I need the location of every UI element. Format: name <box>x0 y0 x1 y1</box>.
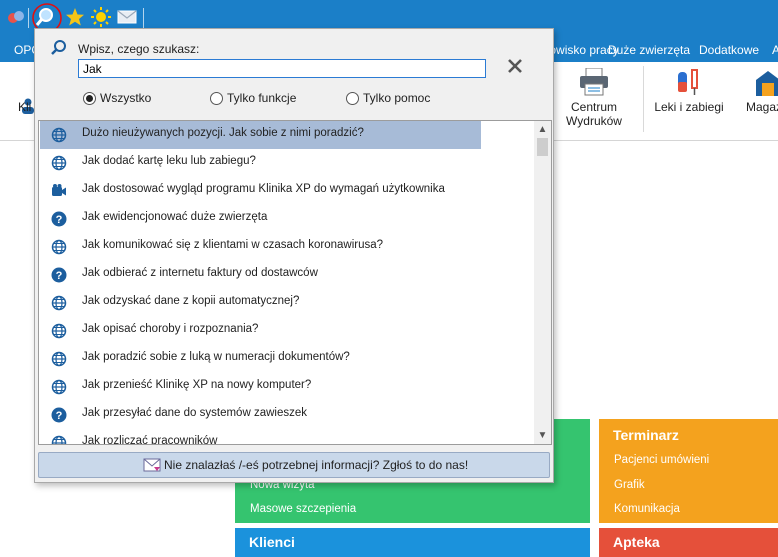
search-result-item[interactable]: ? Jak ewidencjonować duże zwierzęta <box>39 205 532 233</box>
search-result-item[interactable]: Dużo nieużywanych pozycji. Jak sobie z n… <box>39 121 532 149</box>
ribbon-button-leki-i-zabiegi[interactable]: Leki i zabiegi <box>650 62 728 138</box>
tile-link-grafik[interactable]: Grafik <box>614 479 645 491</box>
search-result-item[interactable]: Jak dodać kartę leku lub zabiegu? <box>39 149 532 177</box>
ribbon-label-wydrukow: Wydruków <box>566 114 622 128</box>
filter-label-wszystko: Wszystko <box>100 91 152 105</box>
video-icon <box>52 184 66 196</box>
app-logo-icon[interactable] <box>5 6 27 28</box>
search-results-list: Jak rozliczać pracowników? Jak przesyłać … <box>38 120 552 445</box>
medicine-icon <box>678 69 698 95</box>
radio-dot[interactable] <box>83 92 96 105</box>
ribbon-label-leki: Leki i zabiegi <box>654 100 724 114</box>
svg-text:?: ? <box>56 270 63 282</box>
svg-text:?: ? <box>56 214 63 226</box>
ribbon-label-magaz: Magaz <box>746 100 778 114</box>
tile-link-komunikacja[interactable]: Komunikacja <box>614 503 680 515</box>
tile-terminarz[interactable]: Terminarz Pacjenci umówieni Grafik Komun… <box>599 419 778 523</box>
tile-link-pacjenci-umowieni[interactable]: Pacjenci umówieni <box>614 454 709 466</box>
search-input[interactable] <box>78 59 486 78</box>
sun-icon[interactable] <box>90 6 112 28</box>
tile-klienci[interactable]: Klienci <box>235 528 590 557</box>
globe-icon <box>51 239 67 255</box>
tile-title-klienci: Klienci <box>249 534 295 550</box>
search-result-item[interactable]: Jak odzyskać dane z kopii automatycznej? <box>39 289 532 317</box>
globe-icon <box>51 323 67 339</box>
search-result-item[interactable]: ? Jak odbierać z internetu faktury od dos… <box>39 261 532 289</box>
globe-icon <box>51 435 67 444</box>
search-result-label: Jak przenieść Klinikę XP na nowy kompute… <box>82 379 312 391</box>
warehouse-icon <box>756 71 778 96</box>
tile-title-terminarz: Terminarz <box>613 427 679 443</box>
search-result-label: Jak opisać choroby i rozpoznania? <box>82 323 259 335</box>
search-result-label: Jak rozliczać pracowników <box>82 435 218 445</box>
radio-dot[interactable] <box>210 92 223 105</box>
search-result-item[interactable]: Jak rozliczać pracowników <box>39 429 532 445</box>
filter-label-tylko-funkcje: Tylko funkcje <box>227 91 297 105</box>
search-result-label: Jak odbierać z internetu faktury od dost… <box>82 267 318 279</box>
help-icon: ? <box>51 211 67 227</box>
search-result-item[interactable]: ? Jak przesyłać dane do systemów zawiesze… <box>39 401 532 429</box>
globe-icon <box>51 351 67 367</box>
ribbon-separator <box>643 66 644 132</box>
search-result-item[interactable]: Jak poradzić sobie z luką w numeracji do… <box>39 345 532 373</box>
ribbon-button-magazyn[interactable]: Magaz <box>738 62 778 138</box>
radio-dot[interactable] <box>346 92 359 105</box>
filter-label-tylko-pomoc: Tylko pomoc <box>363 91 431 105</box>
ribbon-button-centrum-wydrukow[interactable]: Centrum Wydruków <box>558 62 630 138</box>
search-result-item[interactable]: Jak przenieść Klinikę XP na nowy kompute… <box>39 373 532 401</box>
search-result-label: Jak dodać kartę leku lub zabiegu? <box>82 155 256 167</box>
separator <box>143 8 144 28</box>
tile-apteka[interactable]: Apteka <box>599 528 778 557</box>
star-icon[interactable] <box>64 6 86 28</box>
globe-icon <box>51 155 67 171</box>
svg-text:?: ? <box>56 410 63 422</box>
search-result-item[interactable]: Jak dostosować wygląd programu Klinika X… <box>39 177 532 205</box>
search-result-label: Jak dostosować wygląd programu Klinika X… <box>82 183 445 195</box>
search-result-label: Jak poradzić sobie z luką w numeracji do… <box>82 351 350 363</box>
search-result-label: Jak przesyłać dane do systemów zawieszek <box>82 407 307 419</box>
search-result-label: Dużo nieużywanych pozycji. Jak sobie z n… <box>82 127 364 139</box>
printer-icon <box>580 68 608 96</box>
search-result-label: Jak komunikować się z klientami w czasac… <box>82 239 384 251</box>
search-prompt-label: Wpisz, czego szukasz: <box>78 42 200 56</box>
globe-icon <box>51 295 67 311</box>
help-icon: ? <box>51 407 67 423</box>
search-result-item[interactable]: Jak komunikować się z klientami w czasac… <box>39 233 532 261</box>
search-popup: Wpisz, czego szukasz: Wszystko Tylko fun… <box>34 28 554 483</box>
vertical-scrollbar[interactable]: ▲ ▼ <box>534 121 551 444</box>
mail-icon <box>143 458 161 472</box>
close-icon[interactable] <box>505 56 525 76</box>
tile-title-apteka: Apteka <box>613 534 660 550</box>
feedback-label: Nie znalazłaś /-eś potrzebnej informacji… <box>164 458 469 472</box>
menu-item-dodatkowe[interactable]: Dodatkowe <box>699 43 759 57</box>
search-result-label: Jak ewidencjonować duże zwierzęta <box>82 211 268 223</box>
ribbon-label-centrum: Centrum <box>570 100 617 114</box>
globe-icon <box>51 127 67 143</box>
tile-link-masowe-szczepienia[interactable]: Masowe szczepienia <box>250 503 356 515</box>
help-icon: ? <box>51 267 67 283</box>
menu-item-a[interactable]: A <box>772 43 778 57</box>
mail-icon[interactable] <box>116 6 138 28</box>
feedback-button[interactable]: Nie znalazłaś /-eś potrzebnej informacji… <box>38 452 550 478</box>
scrollbar-thumb[interactable] <box>537 138 548 156</box>
scroll-down-icon[interactable]: ▼ <box>534 427 551 444</box>
globe-icon <box>51 379 67 395</box>
scroll-up-icon[interactable]: ▲ <box>534 121 551 138</box>
menu-item-duze-zwierzeta[interactable]: Duże zwierzęta <box>608 43 690 57</box>
search-icon <box>51 40 66 55</box>
separator <box>28 8 29 28</box>
search-result-label: Jak odzyskać dane z kopii automatycznej? <box>82 295 300 307</box>
search-result-item[interactable]: Jak opisać choroby i rozpoznania? <box>39 317 532 345</box>
